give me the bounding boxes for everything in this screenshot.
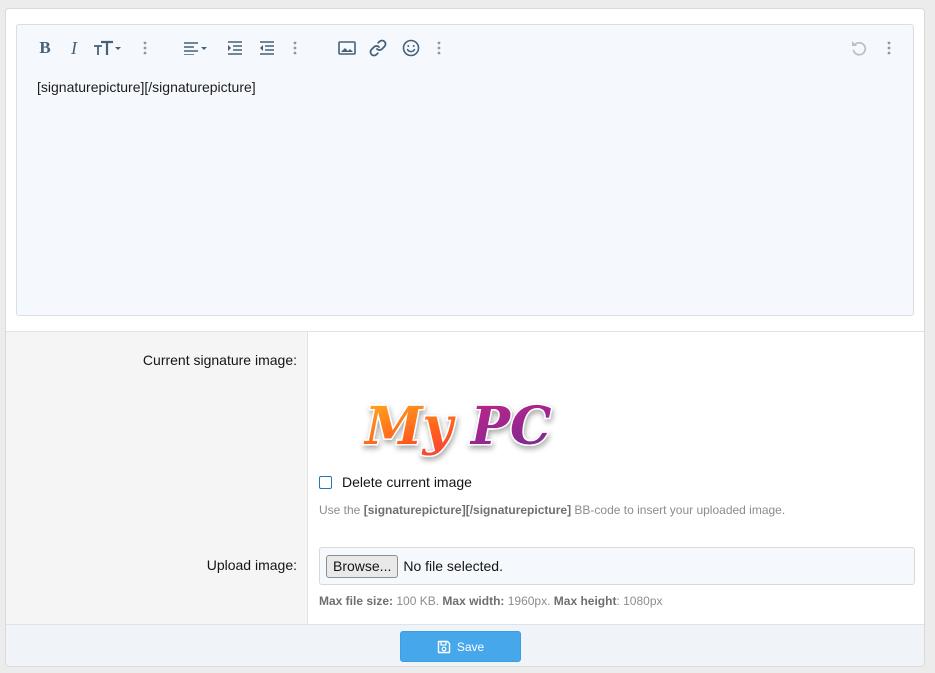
delete-image-label[interactable]: Delete current image xyxy=(342,474,472,490)
save-icon xyxy=(437,640,451,654)
delete-image-option[interactable]: Delete current image xyxy=(319,474,472,490)
signature-logo-text: My PC xyxy=(363,396,551,457)
more-options-icon[interactable] xyxy=(141,38,149,58)
editor-section: B I [signaturepicture][/signaturepicture… xyxy=(6,9,924,332)
undo-button[interactable] xyxy=(849,38,869,58)
form-labels: Current signature image: Upload image: xyxy=(6,332,308,624)
rich-text-editor[interactable]: B I [signaturepicture][/signaturepicture… xyxy=(16,24,914,316)
form-footer: Save xyxy=(6,624,924,666)
bbcode-hint: Use the [signaturepicture][/signaturepic… xyxy=(319,503,786,517)
editor-toolbar: B I xyxy=(17,25,913,71)
delete-image-checkbox[interactable] xyxy=(319,475,332,489)
align-button[interactable] xyxy=(182,38,212,58)
link-icon xyxy=(369,39,387,57)
text-size-icon xyxy=(94,40,121,55)
insert-image-button[interactable] xyxy=(338,38,356,58)
save-label[interactable]: Save xyxy=(457,640,484,654)
file-upload-field[interactable]: Browse... No file selected. xyxy=(319,547,915,585)
smiley-icon xyxy=(402,39,420,57)
file-status-text: No file selected. xyxy=(403,558,503,574)
editor-content[interactable]: [signaturepicture][/signaturepicture] xyxy=(37,79,256,95)
indent-icon xyxy=(228,41,242,55)
outdent-icon xyxy=(260,41,274,55)
insert-emoji-button[interactable] xyxy=(401,38,421,58)
more-options-icon[interactable] xyxy=(435,38,443,58)
signature-image: My PC xyxy=(362,395,553,459)
upload-image-label: Upload image: xyxy=(206,557,297,573)
italic-button[interactable]: I xyxy=(67,38,81,58)
upload-limits: Max file size: 100 KB. Max width: 1960px… xyxy=(319,594,663,608)
insert-link-button[interactable] xyxy=(369,38,387,58)
bold-button[interactable]: B xyxy=(37,38,53,58)
browse-button[interactable]: Browse... xyxy=(326,554,399,578)
more-options-icon[interactable] xyxy=(885,38,893,58)
more-options-icon[interactable] xyxy=(291,38,299,58)
text-size-button[interactable] xyxy=(93,38,125,58)
signature-form-panel: B I [signaturepicture][/signaturepicture… xyxy=(5,8,925,667)
indent-button[interactable] xyxy=(226,38,244,58)
bbcode-snippet: [signaturepicture][/signaturepicture] xyxy=(363,503,572,517)
image-icon xyxy=(338,41,356,55)
outdent-button[interactable] xyxy=(258,38,276,58)
current-signature-label: Current signature image: xyxy=(142,352,297,368)
save-button[interactable]: Save xyxy=(400,631,521,662)
align-left-icon xyxy=(184,42,207,55)
undo-icon xyxy=(852,41,867,56)
form-values: My PC Delete current image Use the [sign… xyxy=(309,332,924,624)
